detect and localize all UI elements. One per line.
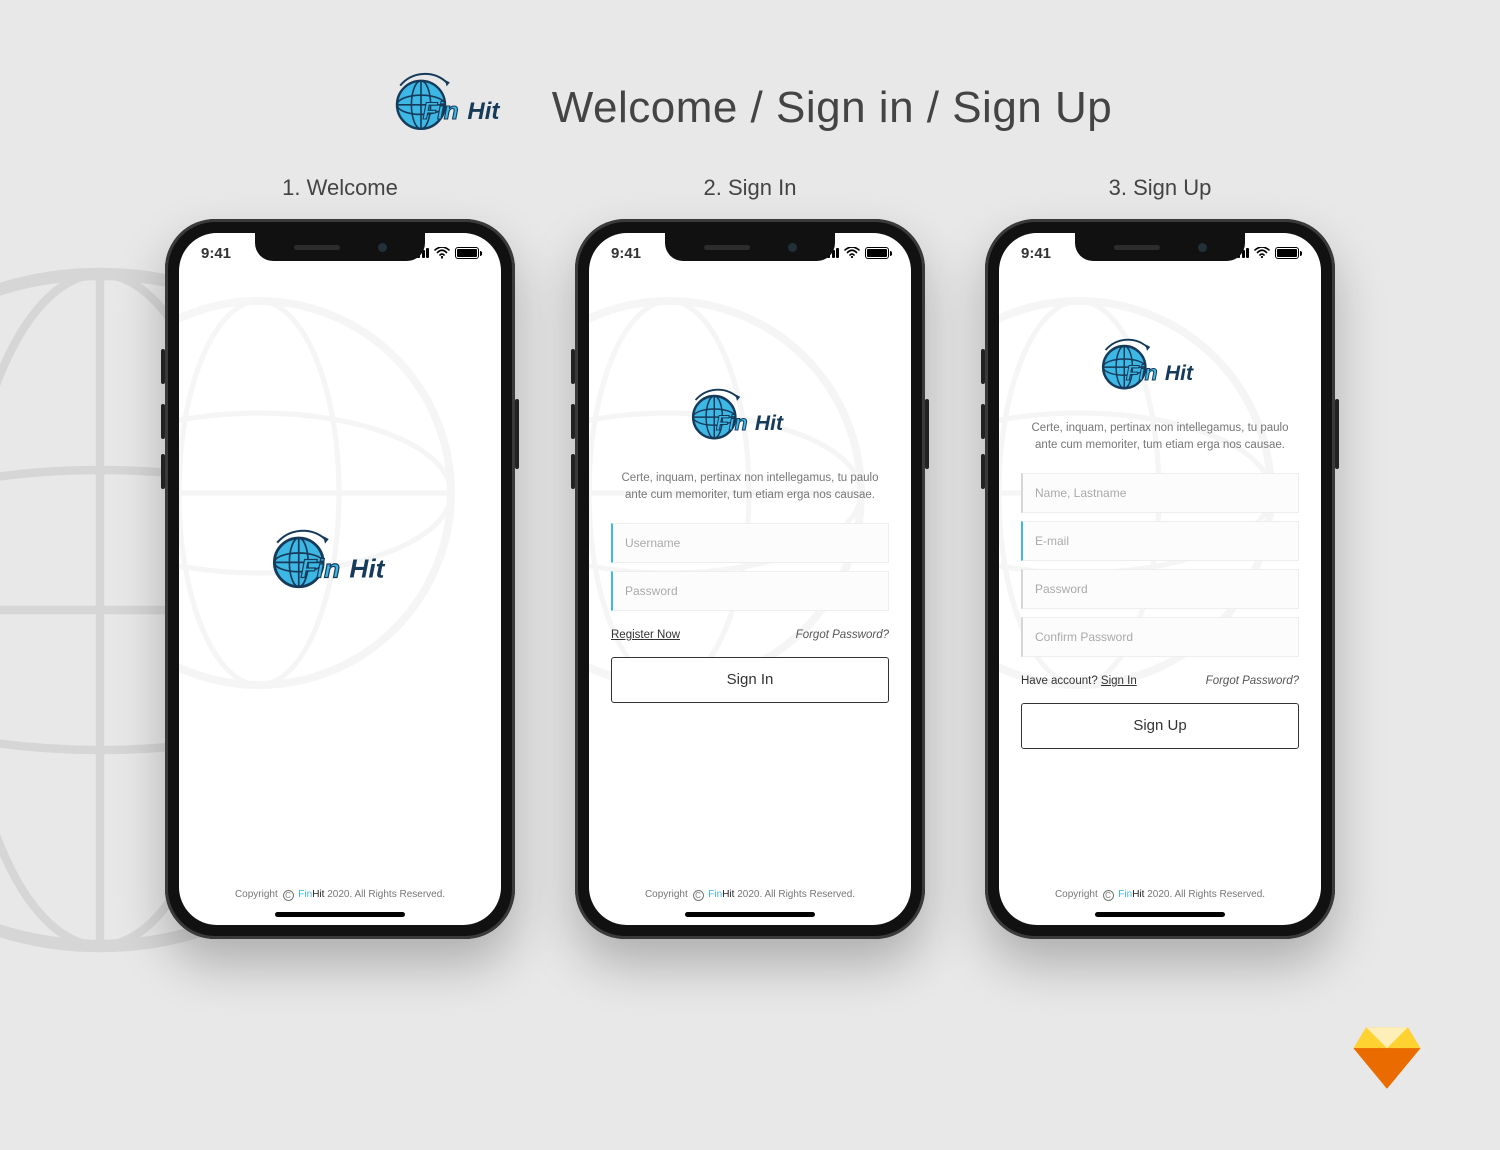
svg-text:Fin: Fin [301, 553, 340, 583]
welcome-screen: Fin Hit [179, 233, 501, 925]
wifi-icon [434, 247, 450, 259]
phone-mock-signup: 9:41 [985, 219, 1335, 939]
phone-notch [255, 233, 425, 261]
register-link[interactable]: Register Now [611, 629, 680, 641]
finhit-logo-icon: Fin Hit [388, 68, 518, 148]
signup-screen: Fin Hit Certe, inquam, pertinax non inte… [999, 233, 1321, 925]
battery-icon [1275, 247, 1299, 259]
status-time: 9:41 [611, 245, 641, 262]
have-account-link[interactable]: Sign In [1101, 675, 1137, 687]
signin-blurb: Certe, inquam, pertinax non intellegamus… [617, 470, 883, 505]
battery-icon [455, 247, 479, 259]
svg-text:Fin: Fin [422, 98, 458, 125]
status-time: 9:41 [201, 245, 231, 262]
signin-label: 2. Sign In [704, 175, 797, 201]
sketch-icon [1352, 1026, 1422, 1090]
welcome-column: 1. Welcome 9:41 [165, 175, 515, 939]
finhit-logo-icon: Fin Hit [685, 383, 815, 456]
forgot-password-link[interactable]: Forgot Password? [796, 629, 889, 641]
welcome-label: 1. Welcome [282, 175, 398, 201]
signup-column: 3. Sign Up 9:41 [985, 175, 1335, 939]
svg-text:Hit: Hit [755, 412, 784, 435]
forgot-password-link[interactable]: Forgot Password? [1206, 675, 1299, 687]
finhit-logo-icon: Fin Hit [265, 523, 415, 607]
confirm-password-input[interactable]: Confirm Password [1021, 617, 1299, 657]
signup-password-input[interactable]: Password [1021, 569, 1299, 609]
svg-text:Hit: Hit [349, 553, 385, 583]
phone-notch [665, 233, 835, 261]
have-account: Have account? Sign In [1021, 675, 1137, 687]
battery-icon [865, 247, 889, 259]
signin-screen: Fin Hit Certe, inquam, pertinax non inte… [589, 233, 911, 925]
phone-notch [1075, 233, 1245, 261]
signup-button[interactable]: Sign Up [1021, 703, 1299, 749]
page-title: Welcome / Sign in / Sign Up [552, 83, 1113, 133]
phone-mock-welcome: 9:41 [165, 219, 515, 939]
password-input[interactable]: Password [611, 571, 889, 611]
svg-text:Hit: Hit [1165, 362, 1194, 385]
finhit-logo-icon: Fin Hit [1095, 333, 1225, 406]
page-header: Fin Hit Welcome / Sign in / Sign Up [0, 68, 1500, 148]
username-input[interactable]: Username [611, 523, 889, 563]
phones-row: 1. Welcome 9:41 [0, 175, 1500, 939]
name-input[interactable]: Name, Lastname [1021, 473, 1299, 513]
status-time: 9:41 [1021, 245, 1051, 262]
svg-text:Fin: Fin [716, 412, 748, 435]
phone-mock-signin: 9:41 [575, 219, 925, 939]
signin-column: 2. Sign In 9:41 [575, 175, 925, 939]
svg-text:Fin: Fin [1126, 362, 1158, 385]
signup-label: 3. Sign Up [1109, 175, 1212, 201]
wifi-icon [844, 247, 860, 259]
signin-button[interactable]: Sign In [611, 657, 889, 703]
svg-text:Hit: Hit [467, 98, 500, 125]
signup-blurb: Certe, inquam, pertinax non intellegamus… [1027, 420, 1293, 455]
email-input[interactable]: E-mail [1021, 521, 1299, 561]
wifi-icon [1254, 247, 1270, 259]
